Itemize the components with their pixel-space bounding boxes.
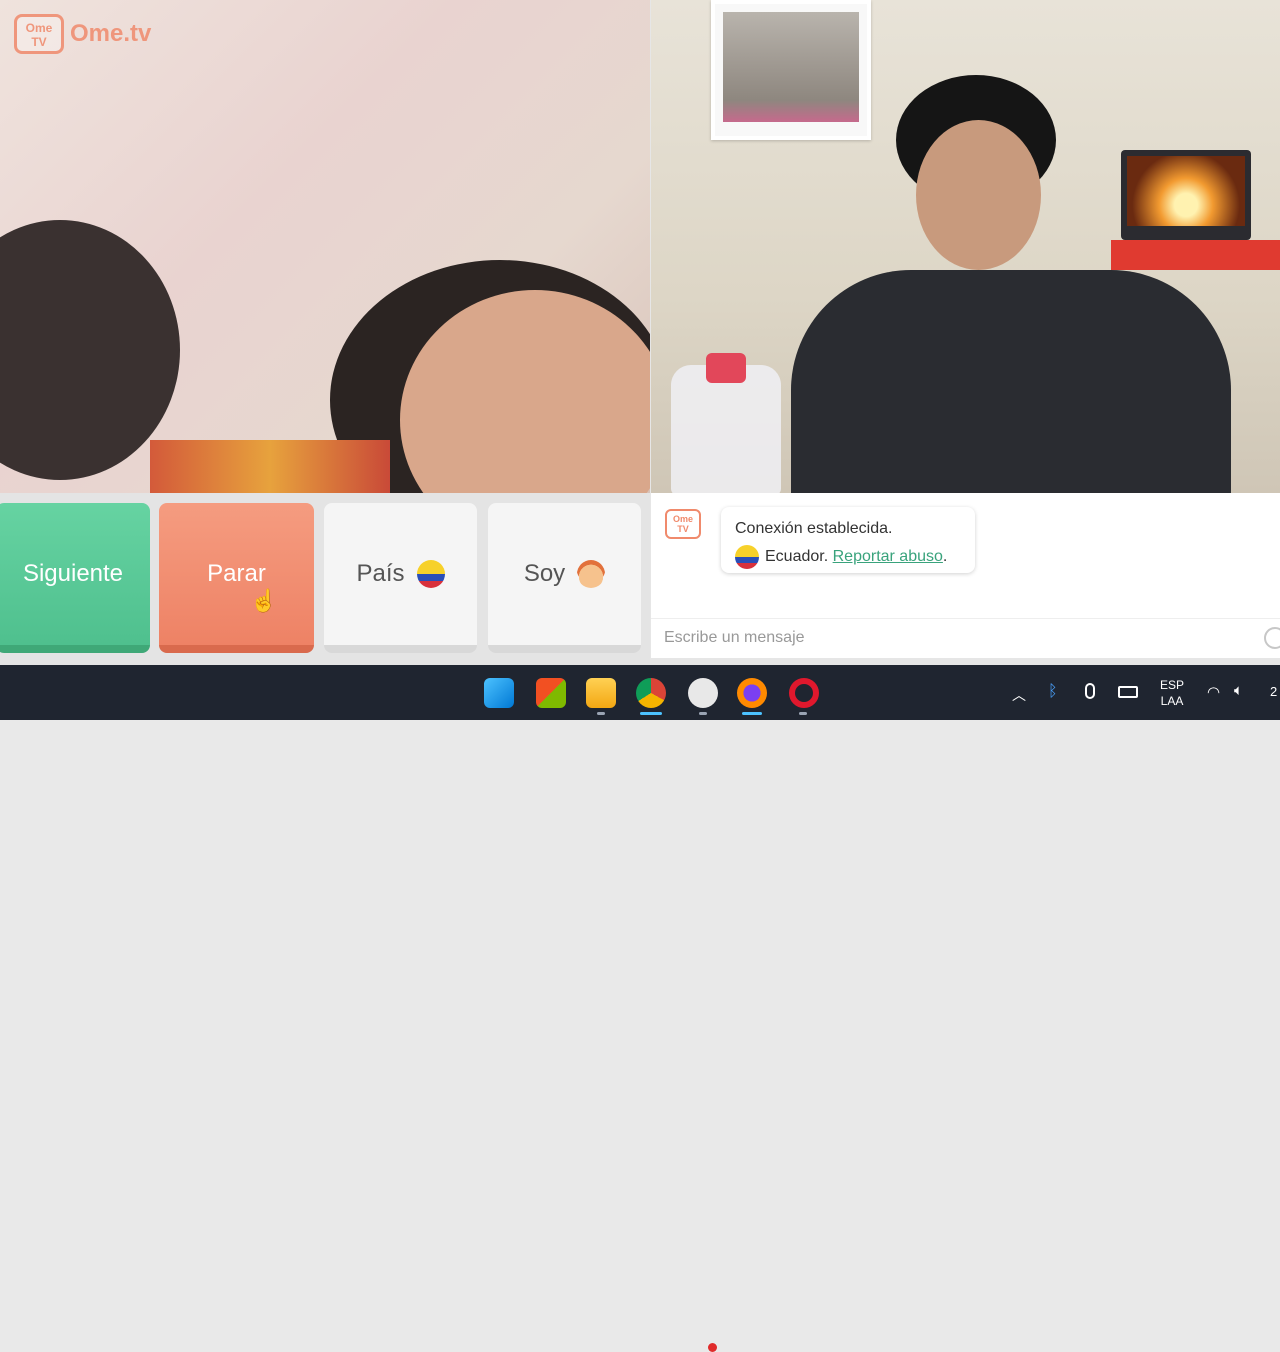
chat-panel: Ome TV Conexión establecida. Ecuador. Re… <box>651 493 1280 658</box>
report-suffix: . <box>942 548 948 565</box>
mirror-frame <box>711 0 871 140</box>
fabric-decor <box>150 440 390 493</box>
country-filter-button[interactable]: País <box>324 503 477 653</box>
folder-icon[interactable] <box>586 678 616 708</box>
chrome-icon[interactable] <box>636 678 666 708</box>
brand-name: Ome.tv <box>70 20 152 47</box>
firefox-icon[interactable] <box>737 678 767 708</box>
wifi-icon[interactable]: ◠ <box>1207 683 1220 701</box>
next-label: Siguiente <box>22 560 124 587</box>
person-face <box>916 120 1041 270</box>
volume-icon[interactable]: 🔈︎ <box>1234 682 1243 699</box>
obs-running-indicator <box>699 712 707 715</box>
self-video <box>651 0 1280 493</box>
notification-dot <box>708 1343 717 1352</box>
store-icon[interactable] <box>536 678 566 708</box>
chevron-up-icon[interactable]: ︿ <box>1012 685 1026 705</box>
person-shirt <box>791 270 1231 493</box>
boy-face-icon <box>577 560 606 588</box>
obs-icon[interactable] <box>688 678 718 708</box>
soy-label: Soy <box>523 560 566 587</box>
chrome-active-indicator <box>640 712 662 715</box>
ometv-logo: Ome TV Ome.tv <box>14 14 151 54</box>
colombia-flag-icon <box>416 560 445 588</box>
stop-button[interactable]: Parar <box>159 503 314 653</box>
windows-taskbar: ︿ ᛒ ESP LAA ◠ 🔈︎ 2 <box>0 665 1280 1352</box>
country-label: País <box>356 560 405 587</box>
country-text: Ecuador. <box>765 548 829 565</box>
connection-text: Conexión establecida. <box>735 520 893 537</box>
hand-cursor-icon: ☝ <box>250 588 278 613</box>
ecuador-flag-icon <box>735 544 759 569</box>
language-indicator[interactable]: ESP LAA <box>1160 677 1184 709</box>
message-input[interactable]: Escribe un mensaje <box>651 618 1280 658</box>
gender-button[interactable]: Soy <box>488 503 641 653</box>
bluetooth-icon[interactable]: ᛒ <box>1048 683 1058 701</box>
chat-tv-logo-icon: Ome TV <box>665 509 701 539</box>
tv-logo-icon: Ome TV <box>14 14 64 54</box>
clock[interactable]: 2 <box>1270 684 1277 699</box>
ometv-app: Ome TV Ome.tv Siguiente Parar País Soy ☝ <box>0 0 1280 665</box>
stop-label: Parar <box>207 560 266 587</box>
report-abuse-link[interactable]: Reportar abuso <box>833 548 943 565</box>
water-bottle <box>671 353 781 493</box>
keyboard-icon[interactable] <box>1118 686 1138 698</box>
stranger-video: Ome TV Ome.tv <box>0 0 650 493</box>
red-shelf <box>1111 240 1280 270</box>
laptop <box>1121 150 1251 240</box>
control-panel: Siguiente Parar País Soy <box>0 493 650 665</box>
windows-start-icon[interactable] <box>484 678 514 708</box>
lang-line1: ESP <box>1160 678 1185 692</box>
emoji-icon[interactable] <box>1264 627 1280 649</box>
firefox-active-indicator <box>742 712 762 715</box>
microphone-icon[interactable] <box>1085 683 1095 699</box>
opera-icon[interactable] <box>789 678 819 708</box>
next-button[interactable]: Siguiente <box>0 503 150 653</box>
lang-line2: LAA <box>1160 694 1184 708</box>
opera-running-indicator <box>799 712 807 715</box>
folder-running-indicator <box>597 712 605 715</box>
system-message: Conexión establecida. Ecuador. Reportar … <box>721 507 975 573</box>
